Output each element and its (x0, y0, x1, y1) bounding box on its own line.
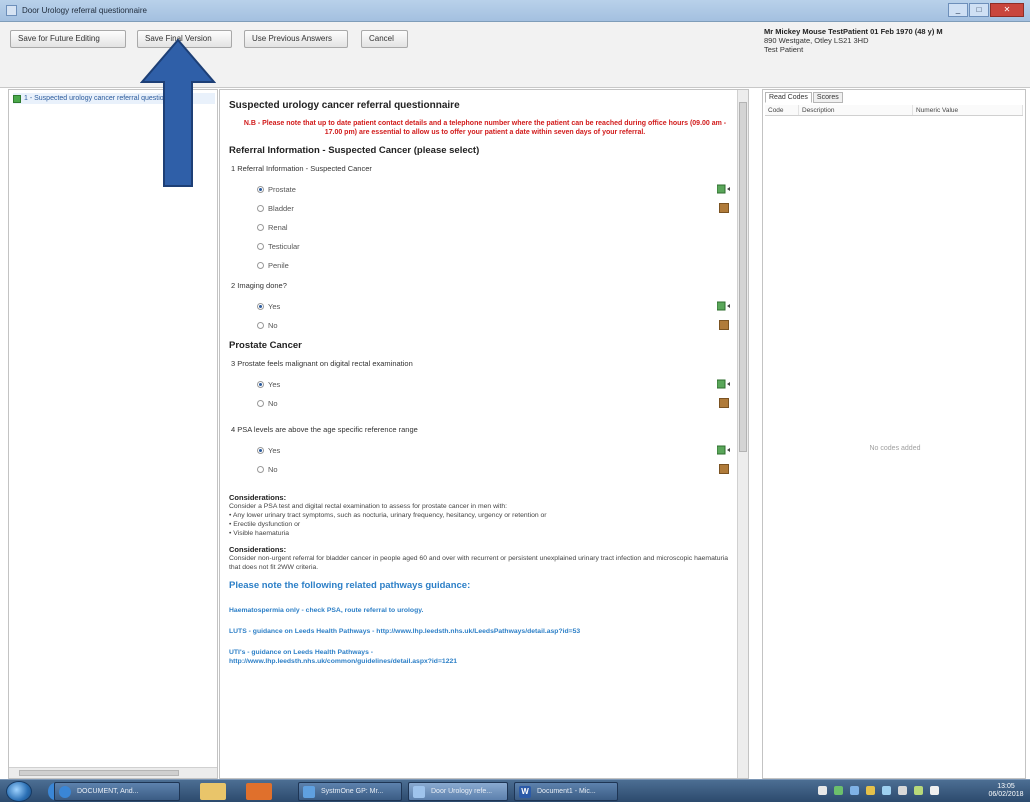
clock-time: 13:05 (997, 783, 1015, 790)
column-code[interactable]: Code (765, 105, 799, 115)
system-tray: 13:05 06/02/2018 (810, 780, 1030, 802)
taskbar-item-urology-questionnaire[interactable]: Door Urology refe... (408, 782, 508, 801)
question-3: 3 Prostate feels malignant on digital re… (231, 359, 413, 368)
considerations-line: • Any lower urinary tract symptoms, such… (229, 512, 547, 519)
question-1: 1 Referral Information - Suspected Cance… (231, 164, 372, 173)
form-vertical-scrollbar[interactable] (737, 90, 748, 778)
option-renal[interactable]: Renal (229, 218, 741, 237)
start-button[interactable] (6, 781, 32, 802)
nav-horizontal-scrollbar[interactable] (9, 767, 217, 778)
codes-tabs: Read Codes Scores (765, 92, 843, 103)
question-4: 4 PSA levels are above the age specific … (231, 425, 418, 434)
notes-icon[interactable] (719, 320, 729, 330)
media-player-icon[interactable] (246, 783, 272, 800)
add-code-icon[interactable] (717, 301, 731, 311)
form-title: Suspected urology cancer referral questi… (229, 100, 460, 111)
considerations-line: • Visible haematuria (229, 530, 290, 537)
codes-table-header: Code Description Numeric Value (765, 105, 1023, 116)
question-2: 2 Imaging done? (231, 281, 287, 290)
questionnaire-form: Suspected urology cancer referral questi… (219, 89, 749, 779)
option-psa-no[interactable]: No (229, 460, 741, 479)
taskbar-item-word-document[interactable]: W Document1 - Mic... (514, 782, 618, 801)
window-title: Door Urology referral questionnaire (22, 6, 147, 15)
add-code-icon[interactable] (717, 445, 731, 455)
volume-icon[interactable] (898, 786, 907, 795)
codes-panel: Read Codes Scores Code Description Numer… (762, 89, 1026, 779)
scrollbar-thumb[interactable] (19, 770, 179, 776)
maximize-button[interactable]: □ (969, 3, 989, 17)
option-testicular[interactable]: Testicular (229, 237, 741, 256)
questionnaire-window-icon (413, 786, 425, 798)
questionnaire-icon (13, 94, 21, 103)
option-dre-no[interactable]: No (229, 394, 741, 413)
clock-date: 06/02/2018 (988, 791, 1024, 798)
explorer-folder-icon[interactable] (200, 783, 226, 800)
notes-icon[interactable] (719, 464, 729, 474)
option-imaging-no[interactable]: No (229, 316, 741, 335)
pathway-link-uti-url[interactable]: http://www.lhp.leedsth.nhs.uk/common/gui… (229, 658, 741, 666)
add-code-icon[interactable] (717, 379, 731, 389)
column-description[interactable]: Description (799, 105, 913, 115)
empty-codes-message: No codes added (869, 445, 921, 452)
patient-note: Test Patient (764, 45, 804, 54)
network-icon[interactable] (882, 786, 891, 795)
patient-address: 890 Westgate, Otley LS21 3HD (764, 36, 869, 45)
tray-icon[interactable] (914, 786, 923, 795)
minimize-button[interactable]: _ (948, 3, 968, 17)
taskbar-item-systmone[interactable]: SystmOne GP: Mr... (298, 782, 402, 801)
tab-scores[interactable]: Scores (812, 92, 843, 103)
option-penile[interactable]: Penile (229, 256, 741, 275)
cancel-button[interactable]: Cancel (361, 30, 408, 48)
option-dre-yes[interactable]: Yes (229, 375, 741, 394)
tray-icon[interactable] (834, 786, 843, 795)
option-imaging-yes[interactable]: Yes (229, 297, 741, 316)
ie-icon (59, 786, 71, 798)
section-referral-information: Referral Information - Suspected Cancer … (229, 145, 480, 156)
title-bar: Door Urology referral questionnaire _ □ … (0, 0, 1030, 22)
app-icon (6, 5, 17, 16)
pathways-heading: Please note the following related pathwa… (229, 580, 471, 591)
pathway-link-haematospermia[interactable]: Haematospermia only - check PSA, route r… (229, 607, 741, 615)
windows-taskbar: DOCUMENT, And... SystmOne GP: Mr... Door… (0, 779, 1030, 802)
tab-read-codes[interactable]: Read Codes (765, 92, 812, 103)
scrollbar-thumb[interactable] (739, 102, 747, 452)
up-arrow-annotation (140, 38, 216, 187)
considerations-line: Consider a PSA test and digital rectal e… (229, 503, 508, 510)
window-controls: _ □ ✕ (948, 3, 1024, 17)
radio-selected[interactable] (257, 186, 264, 193)
notes-icon[interactable] (719, 203, 729, 213)
considerations-text: Consider non-urgent referral for bladder… (229, 555, 729, 571)
pathway-link-luts[interactable]: LUTS - guidance on Leeds Health Pathways… (229, 628, 741, 636)
taskbar-item-document[interactable]: DOCUMENT, And... (54, 782, 180, 801)
word-icon: W (519, 786, 531, 798)
considerations-line: • Erectile dysfunction or (229, 521, 301, 528)
section-prostate-cancer: Prostate Cancer (229, 340, 302, 351)
option-psa-yes[interactable]: Yes (229, 441, 741, 460)
option-prostate[interactable]: Prostate (229, 180, 741, 199)
tray-icon[interactable] (866, 786, 875, 795)
questionnaire-nav: 1 - Suspected urology cancer referral qu… (8, 89, 218, 779)
patient-name: Mr Mickey Mouse TestPatient 01 Feb 1970 … (764, 27, 943, 36)
considerations-heading: Considerations: (229, 545, 287, 554)
system-clock[interactable]: 13:05 06/02/2018 (988, 783, 1024, 799)
contact-warning: N.B - Please note that up to date patien… (243, 120, 727, 136)
notes-icon[interactable] (719, 398, 729, 408)
save-for-future-editing-button[interactable]: Save for Future Editing (10, 30, 126, 48)
considerations-heading: Considerations: (229, 493, 287, 502)
close-button[interactable]: ✕ (990, 3, 1024, 17)
patient-details: Mr Mickey Mouse TestPatient 01 Feb 1970 … (764, 27, 1026, 54)
tray-icon[interactable] (818, 786, 827, 795)
tray-icon[interactable] (850, 786, 859, 795)
use-previous-answers-button[interactable]: Use Previous Answers (244, 30, 348, 48)
column-numeric-value[interactable]: Numeric Value (913, 105, 1023, 115)
tray-icon[interactable] (930, 786, 939, 795)
pathway-link-uti[interactable]: UTI's - guidance on Leeds Health Pathway… (229, 649, 741, 657)
add-code-icon[interactable] (717, 184, 731, 194)
option-bladder[interactable]: Bladder (229, 199, 741, 218)
systmone-icon (303, 786, 315, 798)
